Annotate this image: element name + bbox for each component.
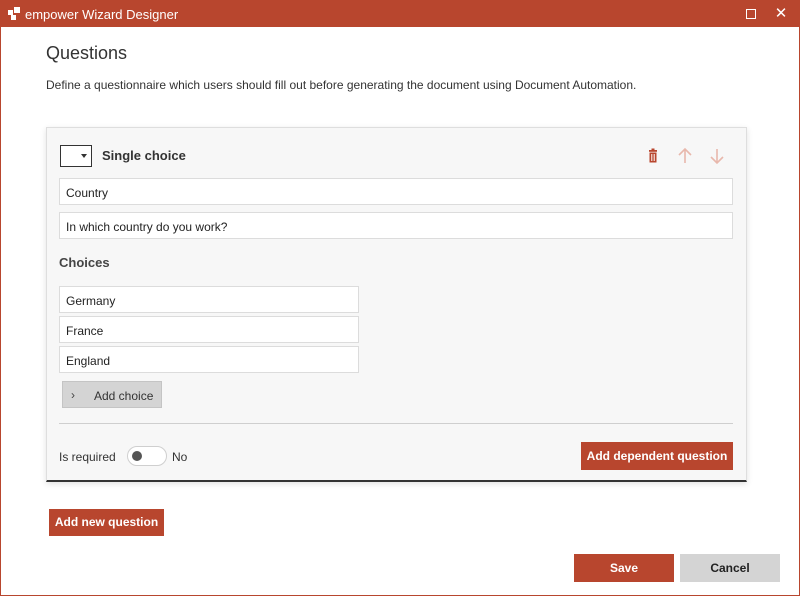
question-name-field[interactable]: Country	[59, 178, 733, 205]
close-icon[interactable]: ✕	[771, 4, 791, 24]
trash-icon[interactable]	[642, 145, 664, 167]
arrow-down-icon[interactable]	[706, 145, 728, 167]
question-card: Single choice Country In which country d…	[46, 127, 747, 482]
choices-heading: Choices	[59, 255, 110, 270]
page-title: Questions	[46, 43, 128, 63]
divider	[59, 423, 733, 424]
window-title: empower Wizard Designer	[25, 7, 179, 22]
add-choice-button[interactable]: › Add choice	[62, 381, 162, 408]
question-text-field[interactable]: In which country do you work?	[59, 212, 733, 239]
add-choice-label: Add choice	[94, 389, 154, 403]
question-type-label: Single choice	[102, 148, 186, 163]
add-new-question-button[interactable]: Add new question	[49, 509, 164, 536]
choice-field[interactable]: France	[59, 316, 359, 343]
is-required-label: Is required	[59, 450, 116, 464]
is-required-value: No	[172, 450, 188, 464]
app-logo-icon	[8, 7, 20, 20]
cancel-button[interactable]: Cancel	[680, 554, 780, 582]
wizard-designer-window: empower Wizard Designer ✕ Questions Defi…	[0, 0, 800, 596]
is-required-toggle[interactable]	[127, 446, 167, 466]
question-type-dropdown[interactable]	[60, 145, 92, 167]
choice-field[interactable]: England	[59, 346, 359, 373]
chevron-down-icon	[81, 154, 87, 158]
arrow-up-icon[interactable]	[674, 145, 696, 167]
toggle-knob	[132, 451, 142, 461]
choice-field[interactable]: Germany	[59, 286, 359, 313]
save-button[interactable]: Save	[574, 554, 674, 582]
title-bar: empower Wizard Designer ✕	[1, 1, 799, 27]
add-dependent-question-button[interactable]: Add dependent question	[581, 442, 733, 470]
chevron-right-icon: ›	[71, 388, 75, 402]
maximize-icon[interactable]	[741, 4, 761, 24]
page-description: Define a questionnaire which users shoul…	[46, 78, 637, 92]
